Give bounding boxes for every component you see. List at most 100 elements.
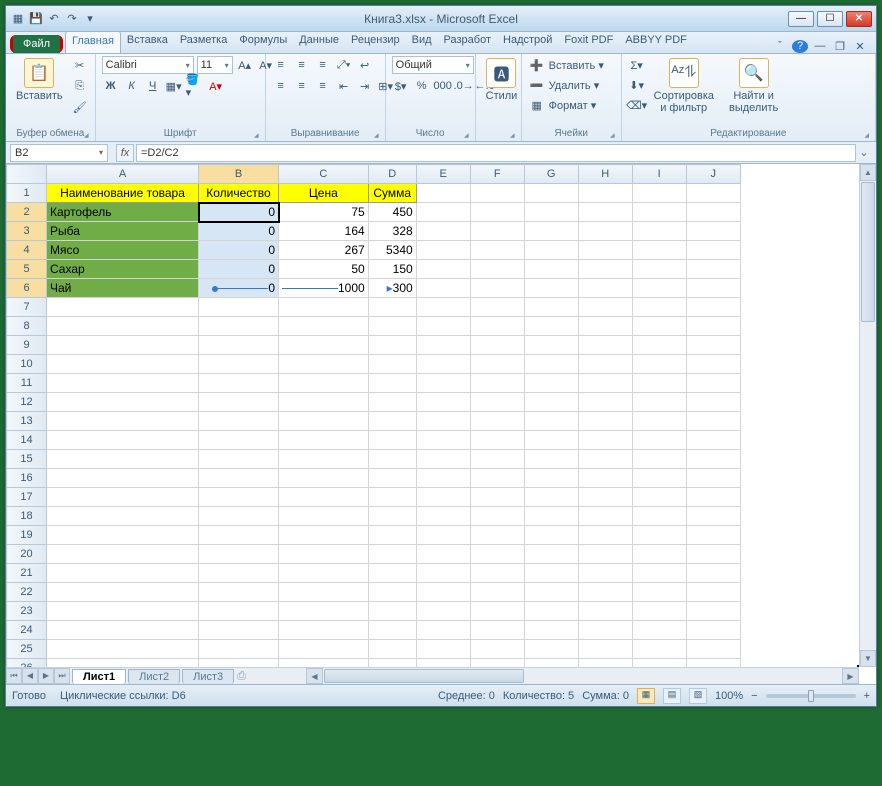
currency-icon[interactable]: $▾ bbox=[392, 77, 410, 95]
fx-button[interactable]: fx bbox=[116, 144, 134, 162]
row-header[interactable]: 1 bbox=[7, 184, 47, 203]
format-cells-button[interactable]: ▦Формат ▾ bbox=[528, 96, 597, 114]
cell[interactable] bbox=[578, 184, 632, 203]
cell[interactable] bbox=[416, 374, 470, 393]
row-header[interactable]: 26 bbox=[7, 659, 47, 668]
row-header[interactable]: 18 bbox=[7, 507, 47, 526]
cell[interactable] bbox=[199, 336, 279, 355]
column-header[interactable]: D bbox=[368, 165, 416, 184]
row-header[interactable]: 14 bbox=[7, 431, 47, 450]
cell[interactable]: Сахар bbox=[47, 260, 199, 279]
comma-icon[interactable]: 000 bbox=[434, 77, 452, 95]
cell[interactable] bbox=[470, 298, 524, 317]
cell[interactable] bbox=[416, 203, 470, 222]
cell[interactable] bbox=[524, 564, 578, 583]
sheet-tab[interactable]: Лист3 bbox=[182, 669, 234, 684]
row-header[interactable]: 17 bbox=[7, 488, 47, 507]
cell[interactable]: Картофель bbox=[47, 203, 199, 222]
cell[interactable] bbox=[686, 564, 740, 583]
tab-addins[interactable]: Надстрой bbox=[497, 31, 558, 53]
paste-button[interactable]: 📋 Вставить bbox=[12, 56, 67, 104]
row-header[interactable]: 20 bbox=[7, 545, 47, 564]
cell[interactable] bbox=[416, 545, 470, 564]
cell[interactable] bbox=[47, 507, 199, 526]
cell[interactable] bbox=[686, 393, 740, 412]
column-header[interactable]: B bbox=[199, 165, 279, 184]
cell[interactable] bbox=[199, 469, 279, 488]
cell[interactable] bbox=[416, 260, 470, 279]
cell[interactable] bbox=[199, 507, 279, 526]
cell[interactable] bbox=[524, 298, 578, 317]
vertical-scrollbar[interactable]: ▲ ▼ bbox=[859, 164, 876, 667]
cell[interactable] bbox=[632, 526, 686, 545]
cell[interactable] bbox=[416, 336, 470, 355]
cell[interactable] bbox=[524, 507, 578, 526]
cell[interactable] bbox=[470, 317, 524, 336]
row-header[interactable]: 22 bbox=[7, 583, 47, 602]
cell[interactable]: 0 bbox=[199, 222, 279, 241]
cell[interactable] bbox=[416, 412, 470, 431]
cell[interactable] bbox=[416, 583, 470, 602]
zoom-slider[interactable] bbox=[766, 694, 856, 698]
cell[interactable] bbox=[47, 412, 199, 431]
cell[interactable] bbox=[47, 450, 199, 469]
align-left-icon[interactable]: ≡ bbox=[272, 77, 290, 95]
cell[interactable] bbox=[632, 545, 686, 564]
cell[interactable] bbox=[632, 298, 686, 317]
cell[interactable] bbox=[524, 602, 578, 621]
header-cell[interactable]: Наименование товара bbox=[47, 184, 199, 203]
cell[interactable] bbox=[524, 184, 578, 203]
cell[interactable] bbox=[470, 203, 524, 222]
cell[interactable] bbox=[368, 298, 416, 317]
wrap-text-icon[interactable]: ↩ bbox=[356, 56, 374, 74]
cell[interactable] bbox=[416, 564, 470, 583]
cell[interactable] bbox=[199, 317, 279, 336]
expand-formula-bar-icon[interactable]: ⌄ bbox=[856, 146, 872, 159]
tab-nav-last-icon[interactable]: ⏭ bbox=[54, 668, 70, 684]
cell[interactable] bbox=[470, 526, 524, 545]
cell[interactable] bbox=[632, 621, 686, 640]
cell[interactable] bbox=[470, 355, 524, 374]
cell[interactable] bbox=[578, 583, 632, 602]
cell[interactable]: 328 bbox=[368, 222, 416, 241]
cell[interactable] bbox=[279, 431, 369, 450]
cell[interactable] bbox=[686, 431, 740, 450]
cell[interactable] bbox=[632, 203, 686, 222]
cell[interactable] bbox=[368, 640, 416, 659]
cell[interactable] bbox=[416, 222, 470, 241]
cell[interactable] bbox=[199, 526, 279, 545]
fill-icon[interactable]: ⬇▾ bbox=[628, 76, 646, 94]
close-button[interactable]: ✕ bbox=[846, 11, 872, 27]
cell[interactable] bbox=[524, 336, 578, 355]
cell[interactable] bbox=[578, 621, 632, 640]
cell[interactable] bbox=[368, 602, 416, 621]
cell[interactable] bbox=[470, 279, 524, 298]
horizontal-scrollbar[interactable]: ◀ ▶ bbox=[306, 667, 859, 684]
cell[interactable] bbox=[686, 640, 740, 659]
cell[interactable] bbox=[470, 241, 524, 260]
zoom-level[interactable]: 100% bbox=[715, 690, 743, 702]
cell[interactable]: 0 bbox=[199, 241, 279, 260]
cell[interactable] bbox=[47, 545, 199, 564]
cell[interactable] bbox=[416, 488, 470, 507]
styles-button[interactable]: 🅰 Стили bbox=[482, 56, 522, 104]
cell[interactable] bbox=[524, 469, 578, 488]
row-header[interactable]: 2 bbox=[7, 203, 47, 222]
row-header[interactable]: 13 bbox=[7, 412, 47, 431]
cell[interactable] bbox=[686, 621, 740, 640]
cell[interactable] bbox=[524, 431, 578, 450]
cell[interactable] bbox=[470, 393, 524, 412]
clear-icon[interactable]: ⌫▾ bbox=[628, 96, 646, 114]
cell[interactable] bbox=[199, 450, 279, 469]
cell[interactable] bbox=[279, 526, 369, 545]
cell[interactable] bbox=[470, 184, 524, 203]
cell[interactable] bbox=[470, 602, 524, 621]
cell[interactable]: 50 bbox=[279, 260, 369, 279]
cell[interactable] bbox=[368, 374, 416, 393]
tab-nav-next-icon[interactable]: ▶ bbox=[38, 668, 54, 684]
cell[interactable] bbox=[368, 317, 416, 336]
insert-cells-button[interactable]: ➕Вставить ▾ bbox=[528, 56, 604, 74]
find-select-button[interactable]: 🔍 Найти и выделить bbox=[722, 56, 786, 116]
cell[interactable] bbox=[686, 545, 740, 564]
tab-foxit[interactable]: Foxit PDF bbox=[558, 31, 619, 53]
